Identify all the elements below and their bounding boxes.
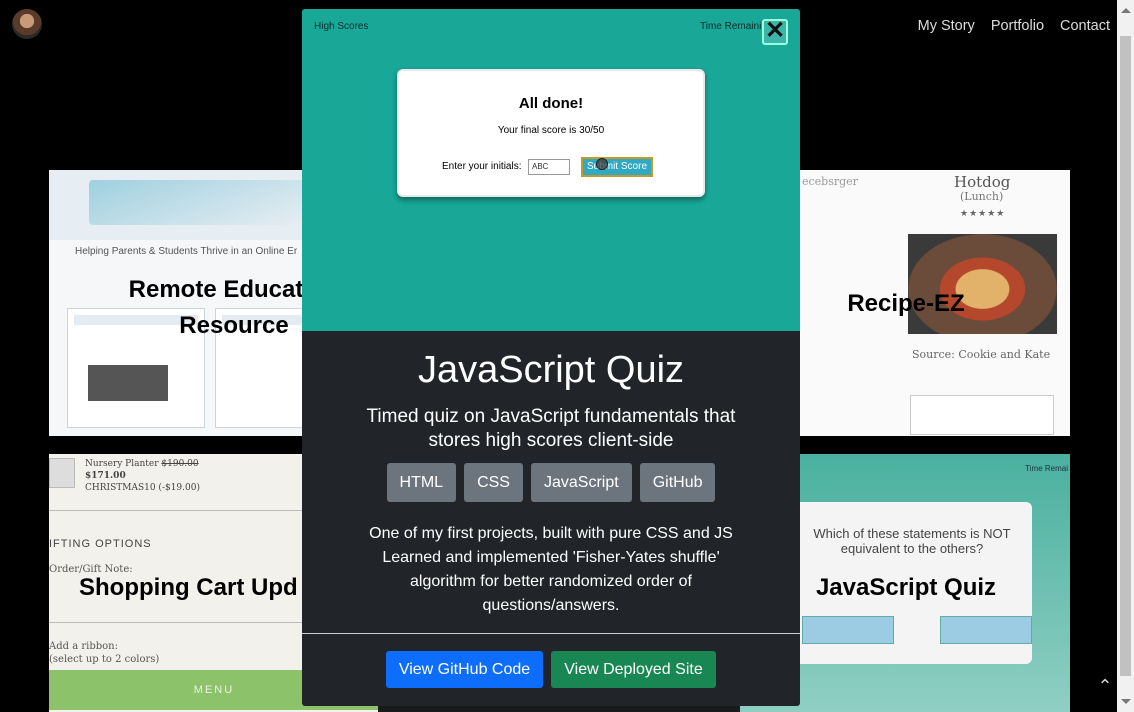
card-title: JavaScript Quiz [815, 574, 997, 601]
question-text: Which of these statements is NOT equival… [813, 526, 1011, 556]
badge-html: HTML [386, 463, 457, 502]
modal-description: One of my first projects, built with pur… [369, 525, 733, 614]
scrollbar[interactable] [1117, 0, 1134, 712]
modal-divider [302, 633, 800, 634]
nav-link-my-story[interactable]: My Story [918, 18, 975, 34]
tech-badges: HTML CSS JavaScript GitHub [302, 463, 800, 502]
video-thumbnail [88, 365, 168, 401]
card-illustration [89, 180, 309, 225]
recipe-button [910, 395, 1054, 435]
back-to-top-icon[interactable]: ⌃ [1097, 677, 1113, 695]
project-card-recipe-ez[interactable]: ecebsrger Hotdog (Lunch) ★★★★★ Source: C… [800, 170, 1070, 436]
badge-github: GitHub [639, 463, 716, 502]
recipe-source: Source: Cookie and Kate [912, 348, 1051, 361]
recipe-heading: Hotdog [954, 173, 1011, 191]
badge-javascript: JavaScript [530, 463, 632, 502]
time-remaining-label: Time Remaini [700, 21, 762, 32]
answer-option [940, 616, 1032, 644]
modal-subtitle: Timed quiz on JavaScript fundamentals th… [366, 406, 736, 451]
gifting-options-heading: IFTING OPTIONS [49, 538, 152, 550]
project-modal: High Scores Time Remaini All done! Your … [302, 9, 800, 706]
score-card: All done! Your final score is 30/50 Ente… [397, 69, 705, 197]
scroll-up-icon[interactable] [1121, 8, 1131, 13]
ribbon-label: Add a ribbon: (select up to 2 colors) [49, 641, 160, 665]
close-icon[interactable]: ✕ [762, 19, 788, 45]
time-remaining-label: Time Remai [1025, 464, 1068, 473]
view-github-button[interactable]: View GitHub Code [386, 651, 543, 688]
card-heading: Helping Parents & Students Thrive in an … [75, 246, 298, 257]
cursor-icon [596, 158, 608, 170]
modal-title: JavaScript Quiz [417, 349, 685, 391]
recipe-meal: (Lunch) [960, 190, 1004, 203]
project-screenshot: High Scores Time Remaini All done! Your … [302, 9, 800, 331]
avatar[interactable] [12, 9, 42, 39]
view-deployed-button[interactable]: View Deployed Site [551, 651, 716, 688]
scroll-down-icon[interactable] [1121, 699, 1131, 704]
done-heading: All done! [518, 95, 584, 112]
nav-links: My Story Portfolio Contact [918, 18, 1110, 34]
initials-field: ABC [528, 159, 570, 175]
high-scores-link: High Scores [314, 21, 369, 32]
scroll-thumb[interactable] [1120, 36, 1131, 676]
card-title: Recipe-EZ [847, 290, 965, 317]
submit-score-button: Submit Score [581, 157, 653, 177]
product-thumbnail [49, 458, 75, 488]
cart-item: Nursery Planter $190.00 $171.00 CHRISTMA… [85, 459, 200, 493]
initials-label: Enter your initials: [442, 161, 522, 172]
recipe-left-heading: ecebsrger [802, 175, 858, 188]
nav-link-portfolio[interactable]: Portfolio [991, 18, 1044, 34]
answer-option [802, 616, 894, 644]
nav-link-contact[interactable]: Contact [1060, 18, 1110, 34]
badge-css: CSS [464, 463, 523, 502]
rating-stars: ★★★★★ [960, 208, 1006, 218]
final-score: Your final score is 30/50 [497, 125, 605, 136]
